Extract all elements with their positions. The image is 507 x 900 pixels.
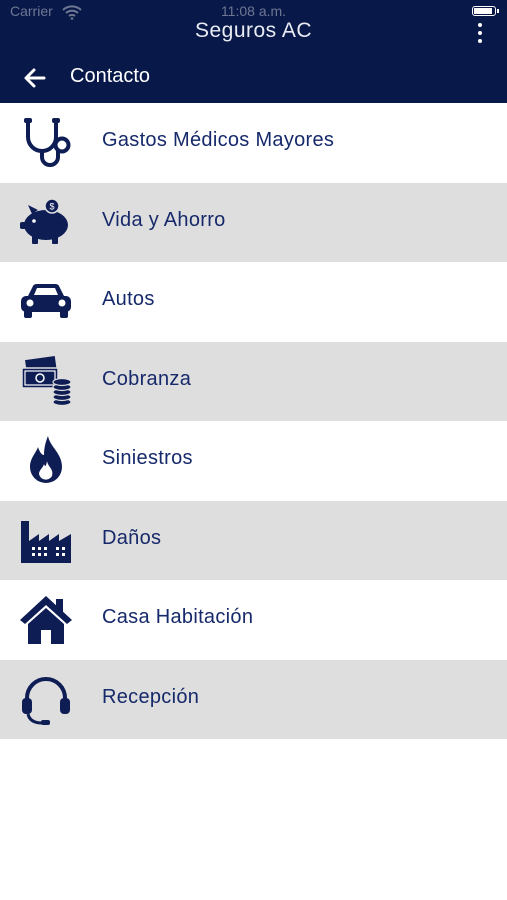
menu-item-label: Cobranza [102, 367, 192, 390]
menu-item-vida-ahorro[interactable]: $ Vida y Ahorro [0, 182, 507, 262]
battery-icon [472, 6, 499, 16]
menu-item-casa-habitacion[interactable]: Casa Habitación [0, 580, 507, 660]
page-title: Contacto [70, 65, 151, 87]
piggy-bank-icon: $ [20, 197, 68, 244]
menu-item-danos[interactable]: Daños [0, 500, 507, 580]
factory-icon [21, 520, 71, 563]
nav-bar: Contacto [0, 52, 507, 103]
money-coins-icon [21, 355, 72, 406]
menu-item-label: Siniestros [102, 447, 193, 469]
more-options-icon[interactable] [471, 21, 489, 45]
car-icon [21, 284, 71, 318]
svg-text:$: $ [49, 201, 54, 211]
contact-menu-list: Gastos Médicos Mayores $ Vida y Ahorro A… [0, 103, 507, 739]
menu-item-recepcion[interactable]: Recepción [0, 659, 507, 739]
fire-icon [30, 436, 62, 483]
app-title: Seguros AC [194, 19, 313, 42]
menu-item-gastos-medicos[interactable]: Gastos Médicos Mayores [0, 103, 507, 183]
app-header: Carrier 11:08 a.m. Seguros AC [0, 0, 507, 52]
back-arrow-icon[interactable] [22, 65, 48, 91]
menu-item-autos[interactable]: Autos [0, 262, 507, 342]
house-icon [20, 596, 72, 644]
menu-item-label: Daños [102, 526, 162, 549]
menu-item-label: Recepción [102, 685, 200, 708]
menu-item-label: Autos [102, 288, 155, 310]
menu-item-label: Vida y Ahorro [102, 208, 226, 231]
menu-item-label: Casa Habitación [102, 606, 254, 628]
status-time: 11:08 a.m. [220, 3, 287, 19]
menu-item-siniestros[interactable]: Siniestros [0, 421, 507, 501]
headset-icon [22, 676, 70, 725]
menu-item-cobranza[interactable]: Cobranza [0, 341, 507, 421]
stethoscope-icon [24, 118, 71, 167]
menu-item-label: Gastos Médicos Mayores [102, 129, 335, 151]
